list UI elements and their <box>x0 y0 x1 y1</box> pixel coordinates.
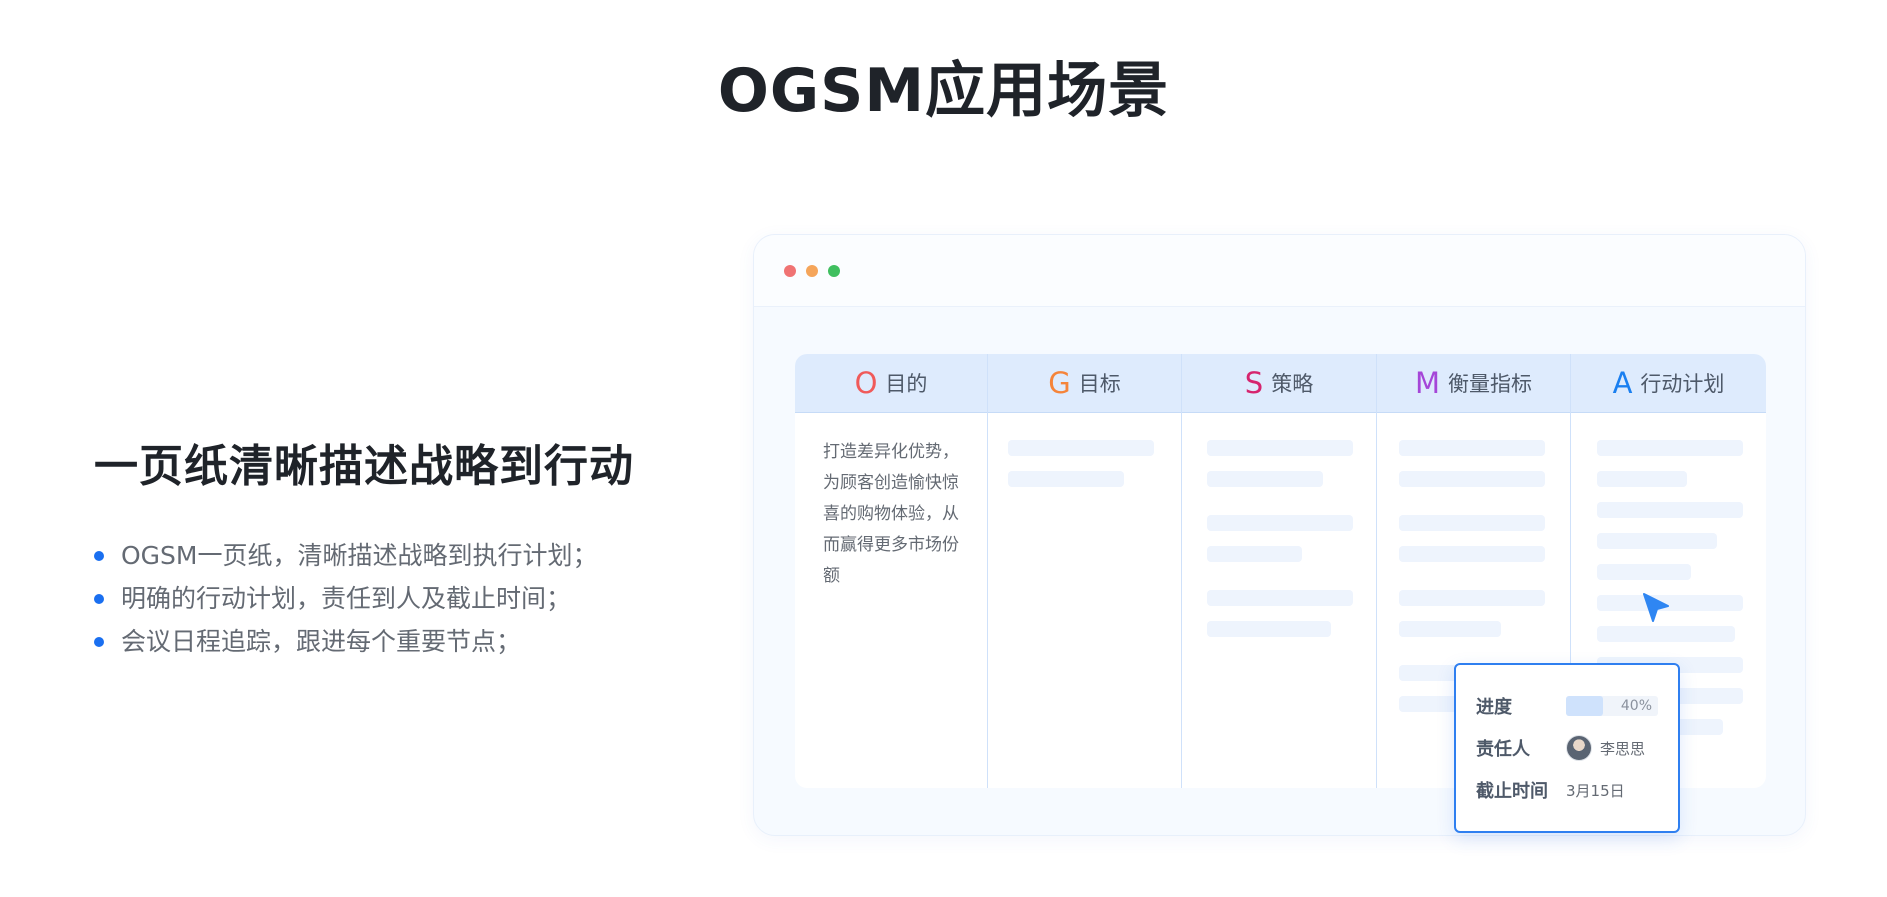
progress-percent: 40% <box>1620 698 1652 714</box>
column-header-objective[interactable]: O 目的 <box>795 354 987 413</box>
column-objective: O 目的 打造差异化优势，为顾客创造愉快惊喜的购物体验，从而赢得更多市场份额 <box>795 354 988 788</box>
feature-list: OGSM一页纸，清晰描述战略到执行计划； 明确的行动计划，责任到人及截止时间； … <box>94 534 714 663</box>
feature-item: OGSM一页纸，清晰描述战略到执行计划； <box>94 534 714 577</box>
placeholder-line <box>1008 440 1154 456</box>
column-letter: M <box>1414 366 1441 400</box>
placeholder-line <box>1008 471 1124 487</box>
feature-item: 明确的行动计划，责任到人及截止时间； <box>94 577 714 620</box>
intro-section: 一页纸清晰描述战略到行动 OGSM一页纸，清晰描述战略到执行计划； 明确的行动计… <box>94 430 714 663</box>
column-header-measures[interactable]: M 衡量指标 <box>1377 354 1570 413</box>
placeholder-line <box>1399 471 1545 487</box>
placeholder-line <box>1399 621 1501 637</box>
column-strategy: S 策略 <box>1182 354 1377 788</box>
column-name: 目标 <box>1078 372 1121 396</box>
placeholder-line <box>1597 533 1717 549</box>
placeholder-line <box>1597 564 1691 580</box>
placeholder-line <box>1207 590 1353 606</box>
placeholder-line <box>1207 621 1331 637</box>
column-name: 目的 <box>885 372 928 396</box>
placeholder-line <box>1597 502 1743 518</box>
column-letter: A <box>1612 366 1633 400</box>
column-name: 策略 <box>1271 372 1314 396</box>
maximize-window-icon[interactable] <box>828 265 840 277</box>
column-goal: G 目标 <box>988 354 1182 788</box>
placeholder-line <box>1399 440 1545 456</box>
minimize-window-icon[interactable] <box>806 265 818 277</box>
feature-item: 会议日程追踪，跟进每个重要节点； <box>94 620 714 663</box>
placeholder-line <box>1207 546 1302 562</box>
placeholder-line <box>1597 626 1735 642</box>
placeholder-line <box>1597 471 1687 487</box>
column-letter: S <box>1244 366 1264 400</box>
placeholder-line <box>1207 515 1353 531</box>
feature-text: OGSM一页纸，清晰描述战略到执行计划； <box>121 541 598 570</box>
column-body-objective: 打造差异化优势，为顾客创造愉快惊喜的购物体验，从而赢得更多市场份额 <box>795 413 987 616</box>
progress-fill <box>1566 696 1603 716</box>
progress-bar: 40% <box>1566 696 1658 716</box>
progress-row: 进度 40% <box>1476 693 1658 719</box>
column-name: 衡量指标 <box>1448 372 1533 396</box>
column-header-strategy[interactable]: S 策略 <box>1182 354 1376 413</box>
placeholder-line <box>1597 440 1743 456</box>
column-name: 行动计划 <box>1640 372 1725 396</box>
column-header-goal[interactable]: G 目标 <box>988 354 1181 413</box>
mouse-cursor-icon <box>1643 593 1669 622</box>
placeholder-line <box>1399 590 1545 606</box>
bullet-dot-icon <box>94 637 104 647</box>
bullet-dot-icon <box>94 594 104 604</box>
column-letter: O <box>854 366 878 400</box>
owner-name: 李思思 <box>1600 739 1646 758</box>
bullet-dot-icon <box>94 551 104 561</box>
page: OGSM应用场景 一页纸清晰描述战略到行动 OGSM一页纸，清晰描述战略到执行计… <box>0 0 1887 897</box>
owner-label: 责任人 <box>1476 739 1530 760</box>
avatar <box>1566 735 1592 761</box>
close-window-icon[interactable] <box>784 265 796 277</box>
window-titlebar <box>754 235 1805 307</box>
placeholder-line <box>1207 471 1323 487</box>
placeholder-line <box>1207 440 1353 456</box>
page-title: OGSM应用场景 <box>717 56 1170 126</box>
owner-row: 责任人 李思思 <box>1476 735 1645 761</box>
column-header-actions[interactable]: A 行动计划 <box>1571 354 1766 413</box>
task-detail-popup: 进度 40% 责任人 李思思 截止时间 3月15日 <box>1454 663 1680 833</box>
deadline-row: 截止时间 3月15日 <box>1476 777 1625 803</box>
placeholder-line <box>1399 546 1545 562</box>
intro-subtitle: 一页纸清晰描述战略到行动 <box>94 441 634 492</box>
feature-text: 会议日程追踪，跟进每个重要节点； <box>121 627 522 656</box>
deadline-label: 截止时间 <box>1476 781 1548 802</box>
progress-label: 进度 <box>1476 697 1512 718</box>
placeholder-line <box>1399 515 1545 531</box>
deadline-value: 3月15日 <box>1566 781 1625 800</box>
feature-text: 明确的行动计划，责任到人及截止时间； <box>121 584 572 613</box>
column-letter: G <box>1048 366 1071 400</box>
placeholder-line <box>1597 595 1743 611</box>
objective-text: 打造差异化优势，为顾客创造愉快惊喜的购物体验，从而赢得更多市场份额 <box>823 442 959 586</box>
